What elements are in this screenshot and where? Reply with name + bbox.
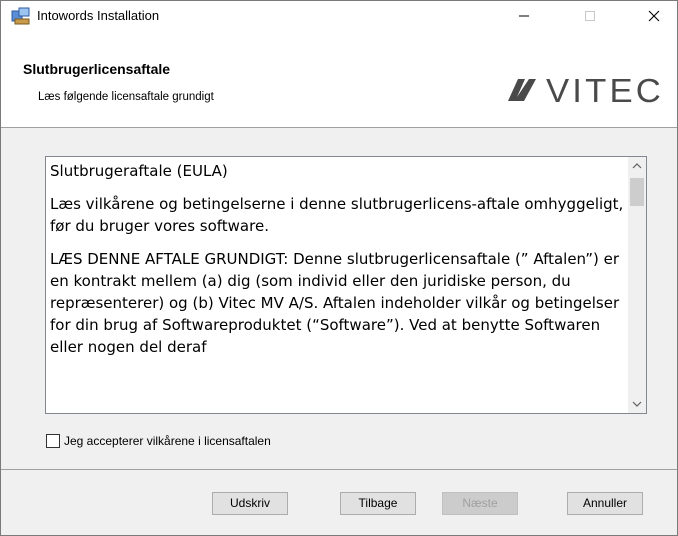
license-paragraph: Slutbrugeraftale (EULA) xyxy=(50,162,228,180)
scroll-up-button[interactable] xyxy=(628,157,646,175)
maximize-button xyxy=(567,1,613,31)
page-subtitle: Læs følgende licensaftale grundigt xyxy=(38,91,214,103)
window-title: Intowords Installation xyxy=(37,8,160,23)
license-text: Slutbrugeraftale (EULA) Læs vilkårene og… xyxy=(50,160,624,369)
accept-terms-label[interactable]: Jeg accepterer vilkårene i licensaftalen xyxy=(64,434,271,448)
installer-icon xyxy=(11,7,31,25)
vitec-logo: VITEC xyxy=(508,72,666,109)
scroll-thumb[interactable] xyxy=(630,178,644,206)
print-button[interactable]: Udskriv xyxy=(212,492,288,515)
license-paragraph: LÆS DENNE AFTALE GRUNDIGT: Denne slutbru… xyxy=(50,250,620,356)
maximize-icon xyxy=(585,11,595,21)
header-banner: Slutbrugerlicensaftale Læs følgende lice… xyxy=(1,31,677,128)
logo-text: VITEC xyxy=(546,75,664,105)
vertical-scrollbar[interactable] xyxy=(628,157,646,413)
chevron-down-icon xyxy=(632,401,642,407)
back-button[interactable]: Tilbage xyxy=(340,492,416,515)
accept-terms-checkbox[interactable] xyxy=(46,434,60,448)
next-button: Næste xyxy=(442,492,518,515)
installer-window: Intowords Installation Slutbrugerlicensa… xyxy=(0,0,678,536)
title-bar: Intowords Installation xyxy=(1,1,677,31)
close-button[interactable] xyxy=(631,1,677,31)
scroll-down-button[interactable] xyxy=(628,395,646,413)
page-title: Slutbrugerlicensaftale xyxy=(23,61,171,77)
minimize-button[interactable] xyxy=(501,1,547,31)
button-bar: Udskriv Tilbage Næste Annuller xyxy=(1,470,677,535)
minimize-icon xyxy=(519,15,529,17)
license-textbox[interactable]: Slutbrugeraftale (EULA) Læs vilkårene og… xyxy=(45,156,647,414)
accept-terms-row[interactable]: Jeg accepterer vilkårene i licensaftalen xyxy=(46,433,271,449)
license-paragraph: Læs vilkårene og betingelserne i denne s… xyxy=(50,195,624,235)
cancel-button[interactable]: Annuller xyxy=(567,492,643,515)
chevron-up-icon xyxy=(632,163,642,169)
close-icon xyxy=(648,10,660,22)
